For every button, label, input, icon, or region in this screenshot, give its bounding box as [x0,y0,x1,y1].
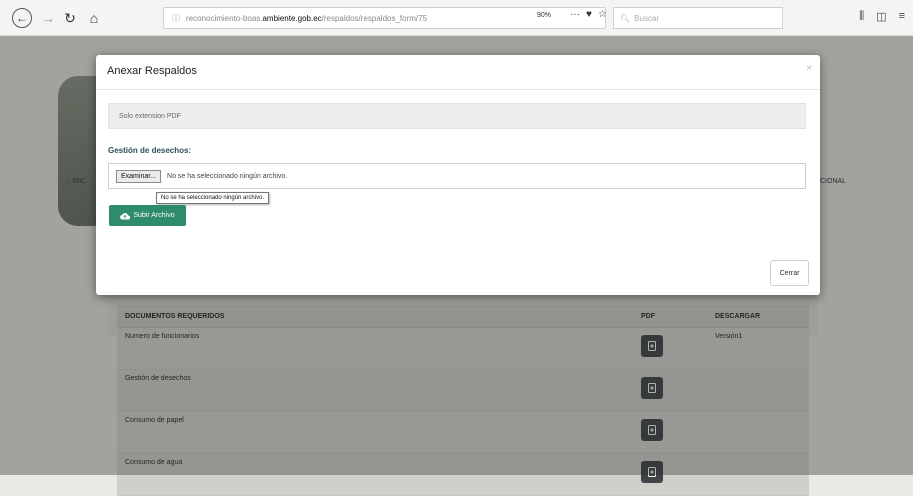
cloud-upload-icon [120,212,131,220]
browser-toolbar: ← → ↻ ⌂ ⓘ reconocimiento-boas.ambiente.g… [0,0,913,36]
close-button[interactable]: Cerrar [770,260,809,286]
zoom-level[interactable]: 90% [537,12,551,19]
search-input[interactable]: 🔍︎ Buscar [613,7,783,29]
modal-title: Anexar Respaldos [107,65,197,77]
modal-header: Anexar Respaldos × [96,55,820,90]
file-status: No se ha seleccionado ningún archivo. [167,172,288,180]
file-input[interactable]: Examinar... No se ha seleccionado ningún… [108,163,806,189]
sidebar-icon[interactable]: ◫ [876,10,886,23]
back-icon[interactable]: ← [12,8,32,28]
info-alert: Solo extension PDF [108,103,806,129]
file-tooltip: No se ha seleccionado ningún archivo. [156,192,270,204]
pocket-icon[interactable]: ♥ [586,9,592,20]
home-icon[interactable]: ⌂ [84,8,104,28]
page-actions-icon[interactable]: ··· [570,9,580,20]
upload-file-button[interactable]: Subir Archivo [109,205,186,226]
attach-modal: Anexar Respaldos × Solo extension PDF Ge… [96,55,820,295]
upload-label: Subir Archivo [133,212,175,219]
menu-icon[interactable]: ≡ [899,10,905,23]
forward-icon[interactable]: → [38,8,58,28]
bookmark-star-icon[interactable]: ☆ [598,9,607,20]
url-text: reconocimiento-boas.ambiente.gob.ec/resp… [186,13,428,23]
reload-icon[interactable]: ↻ [60,8,80,28]
close-icon[interactable]: × [806,63,812,74]
search-placeholder: Buscar [634,13,660,23]
library-icon[interactable]: ⫼ [859,10,864,23]
search-icon: 🔍︎ [620,13,631,23]
field-label: Gestión de desechos: [108,146,192,155]
info-icon[interactable]: ⓘ [172,13,180,24]
browse-button[interactable]: Examinar... [116,169,162,183]
